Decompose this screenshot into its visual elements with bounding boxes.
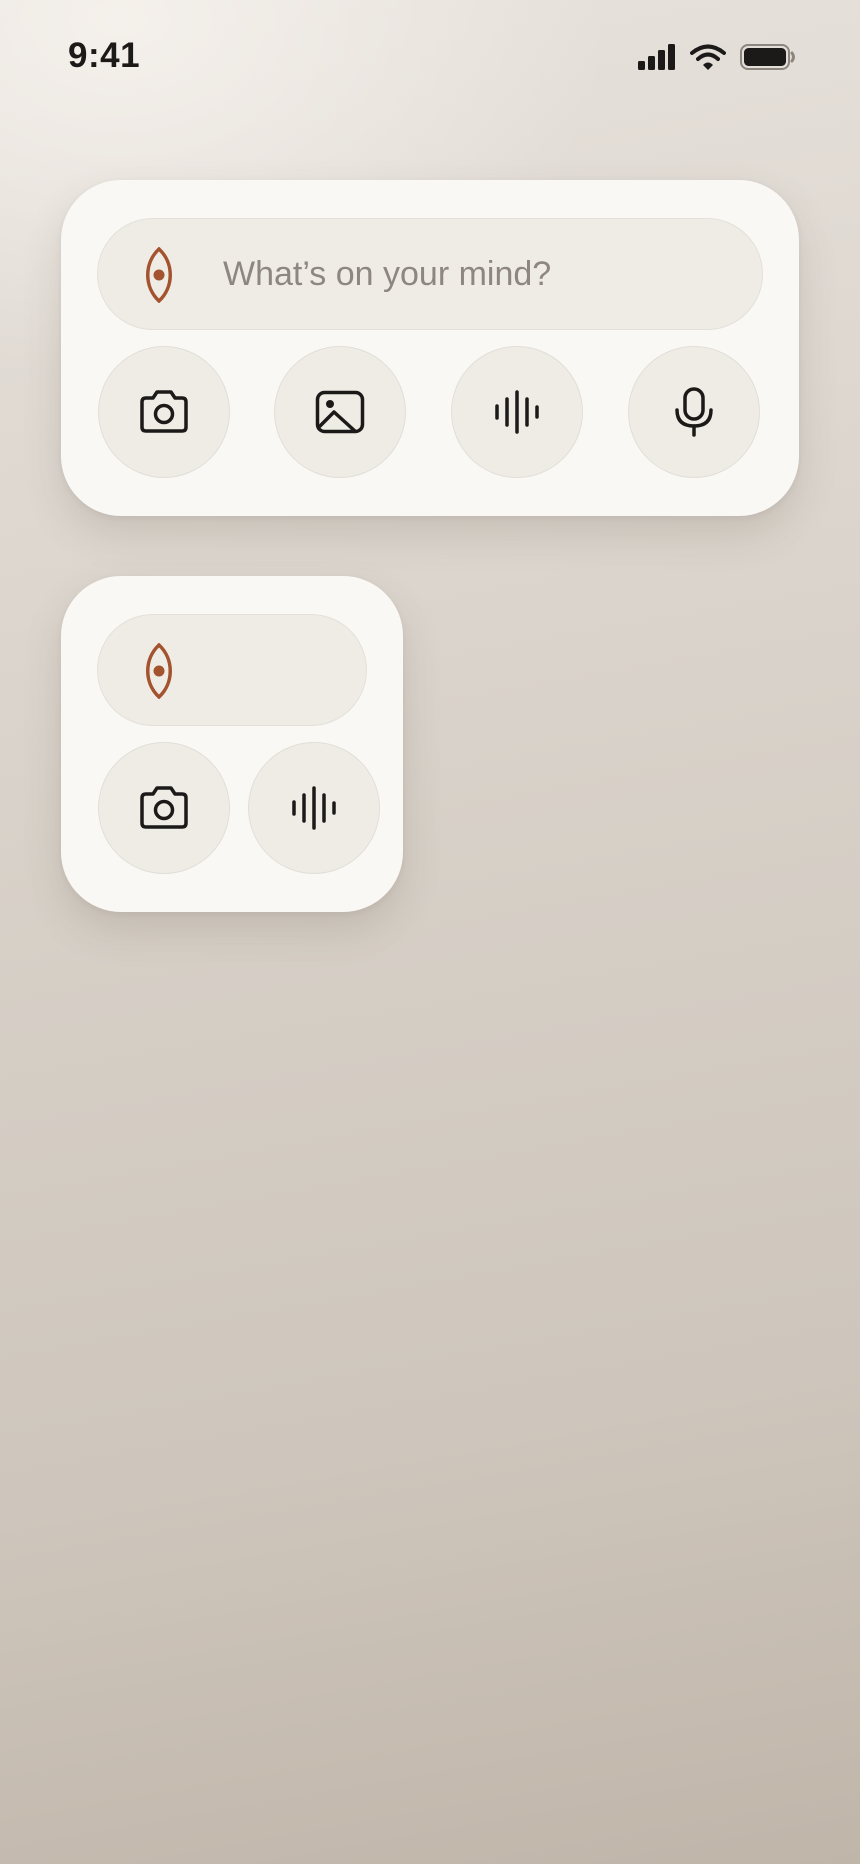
app-logo-icon (142, 246, 176, 304)
cellular-signal-icon (638, 44, 676, 75)
camera-icon (138, 389, 190, 435)
battery-icon (740, 44, 796, 75)
voice-button[interactable] (248, 742, 380, 874)
waveform-icon (493, 390, 541, 434)
waveform-icon (290, 786, 338, 830)
dictate-button[interactable] (628, 346, 760, 478)
wifi-icon (690, 44, 726, 75)
image-icon (315, 390, 365, 434)
status-time: 9:41 (68, 36, 141, 75)
assistant-widget-large[interactable]: What’s on your mind? (61, 180, 799, 516)
prompt-input[interactable] (97, 614, 367, 726)
photo-button[interactable] (274, 346, 406, 478)
status-bar: 9:41 (0, 0, 860, 120)
camera-icon (138, 785, 190, 831)
camera-button[interactable] (98, 346, 230, 478)
prompt-placeholder: What’s on your mind? (223, 255, 552, 293)
microphone-icon (674, 387, 714, 437)
app-logo-icon (142, 642, 176, 700)
status-icons (638, 44, 796, 75)
prompt-input[interactable]: What’s on your mind? (97, 218, 763, 330)
assistant-widget-small[interactable] (61, 576, 403, 912)
voice-button[interactable] (451, 346, 583, 478)
camera-button[interactable] (98, 742, 230, 874)
